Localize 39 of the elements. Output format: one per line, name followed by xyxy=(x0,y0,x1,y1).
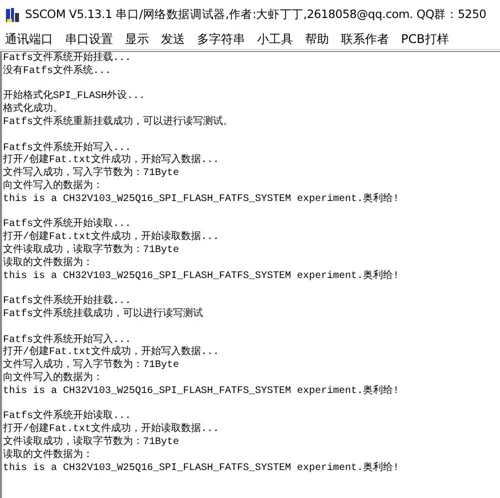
log-line: this is a CH32V103_W25Q16_SPI_FLASH_FATFS_SYSTEM experiment.奥利给! xyxy=(3,270,400,284)
menu-item[interactable]: 联系作者 xyxy=(340,30,390,48)
menu-item[interactable]: 小工具 xyxy=(256,30,294,48)
log-line: Fatfs文件系统开始挂载... xyxy=(3,53,132,64)
log-line: this is a CH32V103_W25Q16_SPI_FLASH_FATFS_SYSTEM experiment.奥利给! xyxy=(3,386,400,399)
log-line: 打开/创建Fat.txt文件成功，开始读取数据... xyxy=(3,424,220,436)
log-line: 文件读取成功，读取字节数为：71Byte xyxy=(3,244,180,256)
log-line: Fatfs文件系统开始写入... xyxy=(3,142,132,154)
log-line: this is a CH32V103_W25Q16_SPI_FLASH_FATFS_SYSTEM experiment.奥利给! xyxy=(3,194,400,207)
log-line: 文件写入成功，写入字节数为：71Byte xyxy=(3,360,180,372)
log-line: 读取的文件数据为： xyxy=(3,258,94,270)
log-line: 文件读取成功，读取字节数为：71Byte xyxy=(3,436,180,448)
log-line: 格式化成功。 xyxy=(3,104,64,116)
log-line: 读取的文件数据为： xyxy=(3,450,94,462)
log-line: Fatfs文件系统开始挂载... xyxy=(3,296,132,308)
log-line: 没有Fatfs文件系统... xyxy=(3,66,112,79)
menu-item[interactable]: 显示 xyxy=(124,30,150,48)
receive-text-area[interactable] xyxy=(0,51,500,498)
log-line: 打开/创建Fat.txt文件成功，开始写入数据... xyxy=(3,155,220,166)
log-line: Fatfs文件系统开始读取... xyxy=(3,411,132,422)
log-line: Fatfs文件系统开始读取... xyxy=(3,219,132,230)
log-line: 打开/创建Fat.txt文件成功，开始写入数据... xyxy=(3,347,220,358)
log-line: 向文件写入的数据为： xyxy=(3,180,104,194)
app-icon xyxy=(5,6,21,22)
log-line: 文件写入成功，写入字节数为：71Byte xyxy=(3,168,180,180)
window-title: SSCOM V5.13.1 串口/网络数据调试器,作者:大虾丁丁,2618058@qq.com. QQ群：5250 xyxy=(25,7,486,22)
log-line: Fatfs文件系统挂载成功，可以进行读写测试 xyxy=(3,308,204,322)
log-line: this is a CH32V103_W25Q16_SPI_FLASH_FATFS_SYSTEM experiment.奥利给! xyxy=(3,462,400,476)
log-line: 开始格式化SPI_FLASH外设... xyxy=(3,91,146,102)
log-line: 向文件写入的数据为： xyxy=(3,372,104,386)
log-line: Fatfs文件系统重新挂载成功，可以进行读写测试。 xyxy=(3,116,234,130)
menu-item[interactable]: 通讯端口 xyxy=(4,30,54,48)
menu-item[interactable]: 发送 xyxy=(160,30,186,48)
menu-item[interactable]: 多字符串 xyxy=(196,30,246,48)
menu-item[interactable]: 帮助 xyxy=(304,30,330,48)
log-line: 打开/创建Fat.txt文件成功，开始读取数据... xyxy=(3,232,220,244)
menu-item[interactable]: PCB打样 xyxy=(400,30,450,48)
log-line: Fatfs文件系统开始写入... xyxy=(3,334,132,346)
menu-item[interactable]: 串口设置 xyxy=(64,30,114,48)
